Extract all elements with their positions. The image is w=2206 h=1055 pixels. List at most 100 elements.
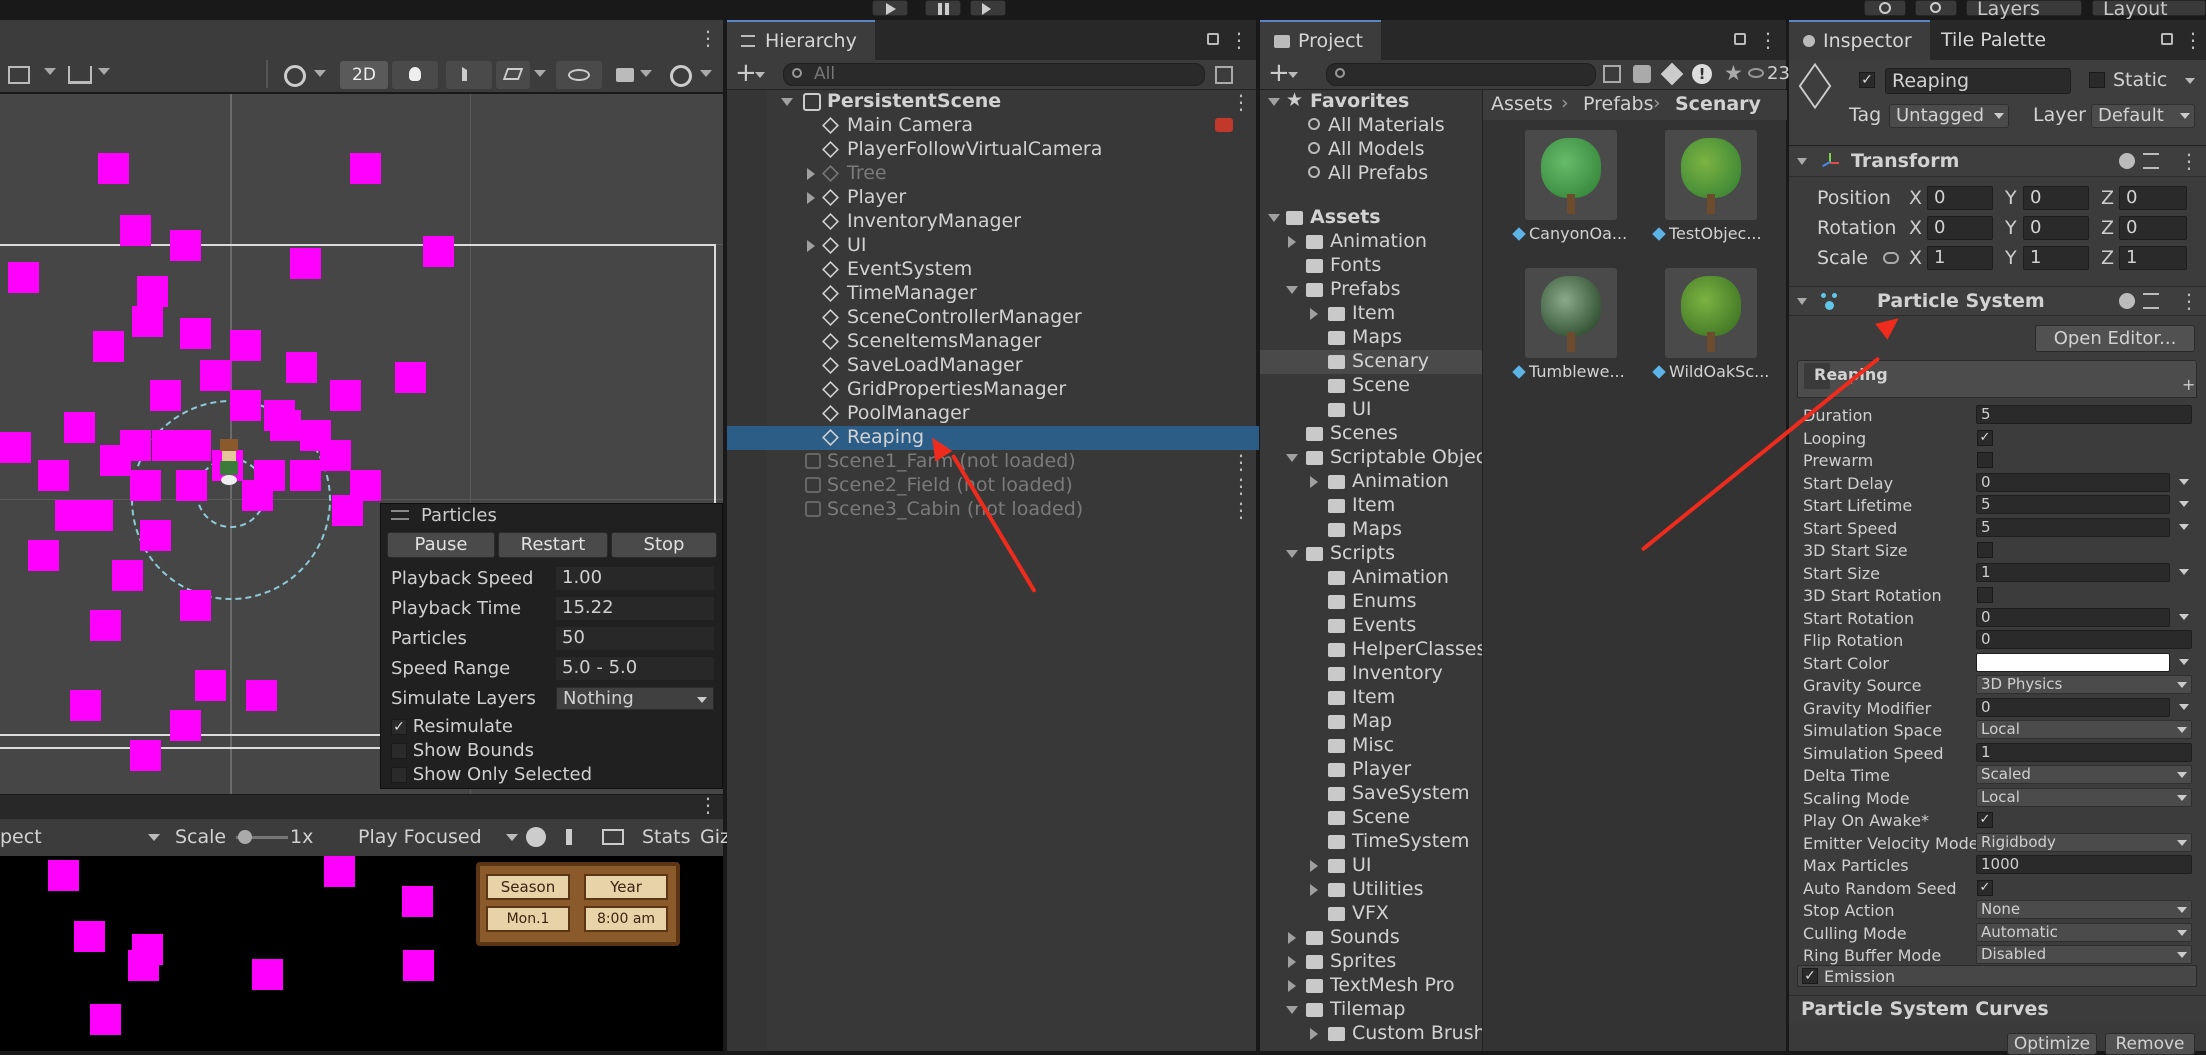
asset-thumbnail[interactable]: WildOakSc...: [1651, 268, 1771, 388]
hierarchy-item[interactable]: SceneControllerManager: [727, 306, 1259, 330]
lock-icon[interactable]: [1734, 33, 1746, 45]
chevron-down-icon[interactable]: [700, 70, 712, 77]
hierarchy-item[interactable]: Reaping: [727, 426, 1259, 450]
chevron-right-icon[interactable]: [1310, 476, 1318, 488]
project-folder[interactable]: VFX: [1260, 902, 1482, 926]
chevron-right-icon[interactable]: [1288, 236, 1296, 248]
visibility-toggle[interactable]: [556, 61, 602, 89]
transform-x-field[interactable]: 1: [1927, 246, 1993, 270]
chevron-down-icon[interactable]: [2179, 501, 2189, 507]
particles-row-value[interactable]: 5.0 - 5.0: [556, 657, 714, 680]
chevron-down-icon[interactable]: [2185, 78, 2195, 84]
chevron-down-icon[interactable]: [2179, 658, 2189, 665]
shading-mode-icon[interactable]: [284, 65, 306, 87]
project-folder[interactable]: Sprites: [1260, 950, 1482, 974]
presets-icon[interactable]: [2143, 293, 2159, 309]
chevron-right-icon[interactable]: [1310, 308, 1318, 320]
chevron-down-icon[interactable]: [2179, 568, 2189, 575]
ps-checkbox[interactable]: [1977, 542, 1993, 558]
transform-y-field[interactable]: 0: [2023, 186, 2089, 210]
pause-button[interactable]: Pause: [387, 532, 495, 558]
project-folder[interactable]: Sounds: [1260, 926, 1482, 950]
project-folder[interactable]: Scenary: [1260, 350, 1482, 374]
asset-thumbnail[interactable]: CanyonOa...: [1511, 130, 1631, 250]
warning-icon[interactable]: !: [1692, 64, 1712, 84]
chevron-right-icon[interactable]: [1310, 884, 1318, 896]
hierarchy-item[interactable]: Player: [727, 186, 1259, 210]
ps-field[interactable]: 5: [1976, 405, 2192, 424]
2d-toggle-button[interactable]: 2D: [340, 61, 388, 89]
chevron-down-icon[interactable]: [2179, 613, 2189, 620]
project-folder[interactable]: Item: [1260, 686, 1482, 710]
layer-dropdown[interactable]: Default: [2091, 104, 2195, 128]
hierarchy-item[interactable]: InventoryManager: [727, 210, 1259, 234]
transform-header[interactable]: Transform ⋮: [1789, 147, 2206, 177]
start-color-field[interactable]: [1976, 652, 2170, 672]
ps-field[interactable]: 0: [1976, 607, 2170, 627]
ps-dropdown[interactable]: 3D Physics: [1976, 675, 2192, 694]
project-folder[interactable]: Scripts: [1260, 542, 1482, 566]
restart-button[interactable]: Restart: [498, 532, 608, 558]
project-folder[interactable]: Item: [1260, 494, 1482, 518]
active-checkbox[interactable]: ✓: [1859, 72, 1875, 88]
chevron-down-icon[interactable]: [697, 697, 707, 703]
link-icon[interactable]: [1883, 252, 1899, 264]
history-button[interactable]: [1864, 0, 1906, 16]
camera-icon[interactable]: [616, 68, 634, 82]
chevron-down-icon[interactable]: [640, 70, 652, 77]
breadcrumb-prefabs[interactable]: Prefabs: [1583, 93, 1654, 115]
transform-y-field[interactable]: 0: [2023, 216, 2089, 240]
project-folder[interactable]: HelperClasses: [1260, 638, 1486, 662]
chevron-down-icon[interactable]: [1286, 550, 1298, 558]
presets-icon[interactable]: [2143, 153, 2159, 169]
open-editor-button[interactable]: Open Editor...: [2035, 325, 2195, 352]
play-focused-dropdown[interactable]: Play Focused: [358, 826, 482, 848]
emission-checkbox[interactable]: ✓: [1802, 968, 1818, 984]
grid-icon[interactable]: [68, 66, 92, 84]
keyboard-icon[interactable]: [602, 829, 624, 845]
chevron-down-icon[interactable]: [2179, 523, 2189, 530]
unloaded-scene-item[interactable]: Scene1_Farm (not loaded) ⋮: [727, 450, 1259, 474]
project-folder[interactable]: Scene: [1260, 806, 1482, 830]
add-icon[interactable]: +: [2182, 375, 2195, 394]
hierarchy-item[interactable]: PlayerFollowVirtualCamera: [727, 138, 1259, 162]
particle-system-menu-icon[interactable]: ⋮: [2179, 289, 2199, 313]
ps-field[interactable]: 0: [1976, 630, 2192, 649]
show-bounds-checkbox[interactable]: [391, 743, 407, 759]
particle-system-header[interactable]: Particle System ⋮: [1789, 286, 2206, 316]
project-folder[interactable]: SaveSystem: [1260, 782, 1482, 806]
scale-slider-handle[interactable]: [238, 830, 252, 844]
ps-field[interactable]: 1000: [1976, 855, 2192, 874]
hierarchy-item[interactable]: TimeManager: [727, 282, 1259, 306]
chevron-right-icon[interactable]: [1310, 860, 1318, 872]
chevron-right-icon[interactable]: [1310, 1028, 1318, 1040]
ps-dropdown[interactable]: Local: [1976, 787, 2192, 807]
favorite-item[interactable]: All Models: [1260, 138, 1482, 162]
scene-menu-icon[interactable]: ⋮: [1231, 498, 1251, 522]
chevron-down-icon[interactable]: [1268, 214, 1280, 222]
project-folder[interactable]: TextMesh Pro: [1260, 974, 1482, 998]
chevron-down-icon[interactable]: [1797, 158, 1807, 165]
help-icon[interactable]: [2119, 153, 2135, 169]
ps-checkbox[interactable]: ✓: [1977, 429, 1993, 446]
scene-visibility-icon[interactable]: [1215, 66, 1233, 84]
hierarchy-item[interactable]: UI: [727, 234, 1259, 258]
tab-project[interactable]: Project: [1260, 20, 1382, 60]
simulate-layers-dropdown[interactable]: Nothing: [556, 687, 714, 710]
step-button[interactable]: [970, 0, 1006, 16]
optimize-button[interactable]: Optimize: [2007, 1033, 2097, 1055]
chevron-down-icon[interactable]: [755, 72, 765, 78]
hierarchy-item[interactable]: EventSystem: [727, 258, 1259, 282]
project-folder[interactable]: Events: [1260, 614, 1482, 638]
ps-field[interactable]: 1: [1976, 742, 2192, 762]
favorites-section[interactable]: ★ Favorites: [1260, 89, 1482, 114]
chevron-right-icon[interactable]: [1288, 956, 1296, 968]
lighting-toggle[interactable]: [392, 61, 438, 89]
particles-row-value[interactable]: 15.22: [556, 597, 714, 620]
project-folder[interactable]: TimeSystem: [1260, 830, 1482, 854]
transform-z-field[interactable]: 0: [2119, 186, 2187, 210]
chevron-down-icon[interactable]: [2179, 703, 2189, 710]
inspector-menu-icon[interactable]: ⋮: [2183, 28, 2203, 52]
chevron-right-icon[interactable]: [807, 192, 815, 204]
bug-icon[interactable]: [526, 827, 546, 847]
